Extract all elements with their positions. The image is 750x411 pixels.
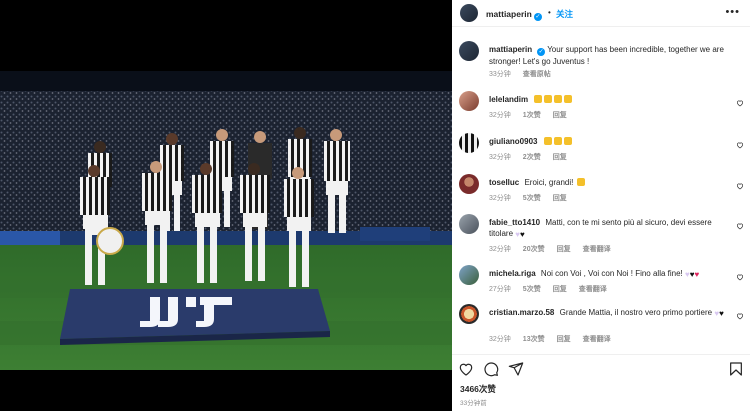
team-photo-illustration: [0, 71, 452, 370]
clap-emoji-icon: [564, 95, 573, 103]
comment-meta: 27分钟 5次赞 回复 查看翻译: [489, 284, 619, 294]
caption-meta: 33分钟 查看原帖: [489, 69, 563, 79]
commenter-username[interactable]: toselluc: [489, 178, 519, 187]
comment-like-count[interactable]: 2次赞: [523, 154, 541, 161]
comment-heart-icon[interactable]: [736, 141, 744, 149]
post-like-count[interactable]: 3466次赞: [460, 383, 496, 395]
caption-text: mattiaperin ✓ Your support has been incre…: [489, 44, 729, 67]
comment-meta: 32分钟 5次赞 回复: [489, 193, 579, 203]
clap-emoji-icon: [544, 95, 553, 103]
author-username[interactable]: mattiaperin ✓: [486, 9, 542, 21]
paper-plane-icon[interactable]: [508, 361, 524, 377]
comment-like-count[interactable]: 1次赞: [523, 112, 541, 119]
match-ball: [96, 227, 124, 255]
red-heart-emoji-icon: ♥: [694, 270, 700, 279]
media-pane: [0, 0, 452, 411]
commenter-avatar[interactable]: [459, 304, 479, 324]
comment-meta: 32分钟 2次赞 回复: [489, 152, 579, 162]
reply-button[interactable]: 回复: [553, 195, 567, 202]
juventus-logo-banner: [60, 289, 330, 345]
verified-badge-icon: ✓: [533, 13, 542, 21]
author-username-text: mattiaperin: [486, 9, 532, 19]
reply-button[interactable]: 回复: [553, 286, 567, 293]
comment-time: 32分钟: [489, 154, 511, 161]
reply-button[interactable]: 回复: [557, 246, 571, 253]
comment-heart-icon[interactable]: [736, 182, 744, 190]
commenter-avatar[interactable]: [459, 91, 479, 111]
reply-button[interactable]: 回复: [553, 112, 567, 119]
post-header: mattiaperin ✓ • 关注 •••: [452, 0, 750, 27]
comment-time: 32分钟: [489, 246, 511, 253]
verified-badge-icon: ✓: [537, 48, 546, 56]
clap-emoji-icon: [554, 95, 563, 103]
comment-meta: 32分钟 1次赞 回复: [489, 110, 579, 120]
more-options-icon[interactable]: •••: [725, 6, 740, 18]
comment-text: cristian.marzo.58 Grande Mattia, il nost…: [489, 307, 729, 319]
commenter-avatar[interactable]: [459, 214, 479, 234]
clap-emoji-icon: [563, 137, 572, 145]
follow-button[interactable]: 关注: [556, 8, 573, 20]
caption-username[interactable]: mattiaperin: [489, 45, 532, 54]
comment-text: michela.riga Noi con Voi , Voi con Noi !…: [489, 268, 729, 280]
commenter-username[interactable]: cristian.marzo.58: [489, 308, 554, 317]
comment-time: 32分钟: [489, 336, 511, 343]
clap-emoji-icon: [553, 137, 562, 145]
commenter-avatar[interactable]: [459, 265, 479, 285]
comment-like-count[interactable]: 5次赞: [523, 286, 541, 293]
black-heart-emoji-icon: ♥: [719, 309, 724, 318]
comment-meta: 32分钟 13次赞 回复 查看翻译: [489, 334, 623, 344]
comment-heart-icon[interactable]: [736, 99, 744, 107]
comment-body: Noi con Voi , Voi con Noi ! Fino alla fi…: [540, 269, 683, 278]
commenter-username[interactable]: michela.riga: [489, 269, 536, 278]
see-translation-link[interactable]: 查看翻译: [579, 286, 607, 293]
comment-body: Grande Mattia, il nostro vero primo port…: [559, 308, 713, 317]
comment-text: toselluc Eroici, grandi!: [489, 177, 729, 188]
comment-time: 27分钟: [489, 286, 511, 293]
post-photo-team-lineup[interactable]: [0, 71, 452, 370]
see-translation-link[interactable]: 查看翻译: [583, 246, 611, 253]
comment-text: fabie_tto1410 Matti, con te mi sento più…: [489, 217, 729, 240]
commenter-username[interactable]: giuliano0903: [489, 137, 537, 146]
comment-time: 32分钟: [489, 112, 511, 119]
post-side-panel: mattiaperin ✓ • 关注 ••• mattiaperin ✓ Your …: [452, 0, 750, 411]
instagram-post-view: mattiaperin ✓ • 关注 ••• mattiaperin ✓ Your …: [0, 0, 750, 411]
commenter-username[interactable]: lelelandim: [489, 95, 528, 104]
comment-text: giuliano0903: [489, 136, 729, 147]
see-translation-link[interactable]: 查看翻译: [583, 336, 611, 343]
post-timestamp: 33分钟前: [460, 400, 487, 407]
comment-time: 32分钟: [489, 195, 511, 202]
heart-outline-icon[interactable]: [458, 361, 474, 377]
speech-bubble-icon[interactable]: [483, 361, 499, 377]
clap-emoji-icon: [576, 178, 585, 186]
author-avatar[interactable]: [460, 4, 478, 22]
comment-heart-icon[interactable]: [736, 222, 744, 230]
comment-body: Eroici, grandi!: [524, 178, 574, 187]
bookmark-icon[interactable]: [728, 361, 744, 377]
comment-heart-icon[interactable]: [736, 312, 744, 320]
black-heart-emoji-icon: ♥: [520, 230, 525, 239]
commenter-username[interactable]: fabie_tto1410: [489, 218, 540, 227]
commenter-avatar[interactable]: [459, 133, 479, 153]
comment-like-count[interactable]: 13次赞: [523, 336, 545, 343]
comment-like-count[interactable]: 20次赞: [523, 246, 545, 253]
caption-avatar[interactable]: [459, 41, 479, 61]
comment-text: lelelandim: [489, 94, 729, 105]
clap-emoji-icon: [534, 95, 543, 103]
comment-meta: 32分钟 20次赞 回复 查看翻译: [489, 244, 623, 254]
reply-button[interactable]: 回复: [553, 154, 567, 161]
comment-heart-icon[interactable]: [736, 273, 744, 281]
see-original-link[interactable]: 查看原帖: [523, 71, 551, 78]
post-action-bar: [452, 354, 750, 380]
comment-like-count[interactable]: 5次赞: [523, 195, 541, 202]
reply-button[interactable]: 回复: [557, 336, 571, 343]
header-separator: •: [548, 8, 551, 17]
comments-list[interactable]: mattiaperin ✓ Your support has been incre…: [452, 28, 750, 353]
caption-time: 33分钟: [489, 71, 511, 78]
commenter-avatar[interactable]: [459, 174, 479, 194]
clap-emoji-icon: [543, 137, 552, 145]
